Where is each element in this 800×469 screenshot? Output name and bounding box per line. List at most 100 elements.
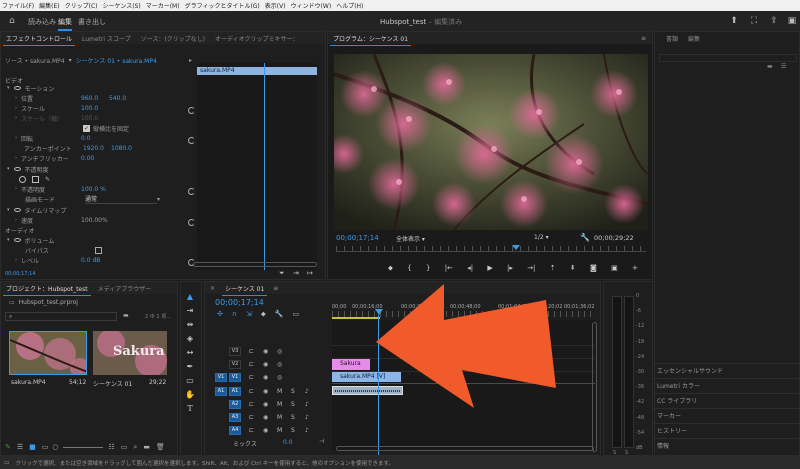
extract-icon[interactable]: ⇞ — [570, 264, 576, 272]
a2-solo-icon[interactable]: S — [291, 401, 295, 408]
tab-sequence[interactable]: シーケンス 01 — [220, 284, 269, 296]
sequence-menu-icon[interactable]: ≡ — [273, 285, 278, 292]
pencil-icon[interactable]: ✎ — [5, 443, 11, 451]
tab-edit[interactable]: 編集 — [58, 17, 72, 31]
menu-help[interactable]: ヘルプ(H) — [336, 1, 363, 10]
sort-icon[interactable]: ☷ — [109, 443, 115, 451]
captions-icon[interactable]: ▭ — [293, 310, 300, 319]
right-panel-search[interactable] — [659, 54, 797, 62]
clear-icon[interactable]: 🗑 — [156, 443, 165, 451]
panel-markers[interactable]: マーカー — [653, 408, 800, 423]
list-view-icon[interactable]: ☰ — [781, 63, 786, 70]
new-item-icon[interactable]: ▬ — [143, 443, 150, 451]
tab-media-browser[interactable]: メディアブラウザー — [93, 284, 157, 293]
go-to-in-icon[interactable]: |← — [445, 264, 453, 272]
find-icon[interactable]: ⌕ — [133, 443, 137, 452]
track-select-icon[interactable]: ⇥ — [184, 305, 196, 317]
volume-fx-icon[interactable] — [13, 238, 21, 242]
title-clip[interactable]: Sakura — [332, 359, 370, 370]
lift-icon[interactable]: ⇡ — [550, 264, 556, 272]
position-x[interactable]: 960.0 — [81, 95, 109, 102]
menu-window[interactable]: ウィンドウ(W) — [291, 1, 332, 10]
timeline-horizontal-scroll[interactable] — [336, 446, 594, 451]
track-a4[interactable]: A4 — [229, 426, 241, 435]
thumb-sequence[interactable]: Sakura — [93, 331, 167, 375]
v2-toggle-output-icon[interactable]: ◉ — [263, 361, 268, 368]
effect-zoom-scroll[interactable] — [193, 262, 317, 267]
v1-eye-icon[interactable]: ◎ — [277, 374, 282, 381]
scale-value[interactable]: 100.0 — [81, 105, 98, 112]
ripple-edit-icon[interactable]: ⇹ — [184, 319, 196, 331]
export-frame-camera-icon[interactable]: ◙ — [590, 264, 597, 272]
tab-source[interactable]: ソース：(クリップなし) — [136, 34, 210, 43]
reset-speed-icon[interactable] — [188, 219, 195, 226]
a3-solo-icon[interactable]: S — [291, 414, 295, 421]
volume-row[interactable]: ▾ ボリューム — [7, 235, 54, 245]
source-label[interactable]: ソース • sakura.MP4 — [5, 56, 65, 65]
program-timecode[interactable]: 00;00;17;14 — [336, 234, 379, 242]
timeline-vertical-scroll[interactable] — [592, 322, 597, 452]
opacity-value[interactable]: 100.0 % — [81, 186, 106, 193]
linked-selection-icon[interactable]: ⇲ — [246, 310, 252, 319]
a4-mute-icon[interactable]: M — [277, 427, 282, 434]
rectangle-mask-icon[interactable] — [32, 175, 39, 183]
rectangle-tool-icon[interactable]: ▭ — [184, 375, 196, 387]
folder-icon[interactable]: ▬ — [767, 63, 773, 70]
a4-sync-icon[interactable]: ◉ — [263, 427, 268, 434]
menu-marker[interactable]: マーカー(M) — [146, 1, 180, 10]
button-editor-icon[interactable]: + — [632, 264, 638, 272]
v2-lock-icon[interactable]: ⊏ — [249, 361, 254, 368]
tab-export[interactable]: 書き出し — [78, 17, 106, 27]
pen-tool-icon[interactable]: ✒ — [184, 361, 196, 373]
go-to-out-icon[interactable]: →| — [527, 264, 535, 272]
wrench-icon[interactable]: 🔧 — [580, 233, 590, 242]
a2-mute-icon[interactable]: M — [277, 401, 282, 408]
bypass-checkbox[interactable] — [95, 246, 102, 254]
icon-view-icon[interactable]: ■ — [29, 443, 36, 451]
a1-lock-icon[interactable]: ⊏ — [249, 388, 254, 395]
tab-audio-clip-mixer[interactable]: オーディオクリップミキサー： — [210, 34, 303, 43]
v1-toggle-output-icon[interactable]: ◉ — [263, 374, 268, 381]
flicker-value[interactable]: 0.00 — [81, 155, 94, 162]
a3-lock-icon[interactable]: ⊏ — [249, 414, 254, 421]
razor-icon[interactable]: ◈ — [184, 333, 196, 345]
tab-program[interactable]: プログラム：シーケンス 01 — [328, 34, 413, 46]
program-menu-icon[interactable]: ≡ — [641, 35, 646, 42]
snap-icon[interactable]: ∩ — [232, 310, 237, 319]
thumb-sakura[interactable] — [9, 331, 87, 375]
anchor-x[interactable]: 1920.0 — [83, 145, 111, 152]
a2-sync-icon[interactable]: ◉ — [263, 401, 268, 408]
menu-file[interactable]: ファイル(F) — [2, 1, 34, 10]
mix-value[interactable]: 0.0 — [283, 439, 293, 446]
filter-icon[interactable]: ⏷ — [279, 269, 285, 278]
panel-cc-libraries[interactable]: CC ライブラリ — [653, 393, 800, 408]
timeline-settings-icon[interactable]: 🔧 — [275, 310, 284, 319]
nest-icon[interactable]: ✣ — [217, 310, 223, 319]
step-forward-icon[interactable]: |▸ — [507, 264, 513, 272]
add-marker-timeline-icon[interactable]: ⬥ — [261, 310, 266, 319]
home-icon[interactable]: ⌂ — [6, 15, 18, 27]
v3-lock-icon[interactable]: ⊏ — [249, 348, 254, 355]
anchor-y[interactable]: 1080.0 — [111, 145, 132, 152]
upload-icon[interactable]: ⬆ — [728, 15, 740, 27]
mix-end-icon[interactable]: ⊣ — [319, 438, 324, 445]
hand-tool-icon[interactable]: ✋ — [184, 389, 196, 401]
a1-mute-icon[interactable]: M — [277, 388, 282, 395]
v1-lock-icon[interactable]: ⊏ — [249, 374, 254, 381]
comparison-view-icon[interactable]: ▣ — [611, 264, 618, 272]
list-icon[interactable]: ☰ — [17, 443, 23, 451]
opacity-section-row[interactable]: ▾ 不透明度 — [7, 164, 49, 174]
a3-mute-icon[interactable]: M — [277, 414, 282, 421]
blend-dropdown[interactable]: 通常 — [85, 194, 157, 204]
program-scrub-bar[interactable] — [336, 246, 646, 252]
add-marker-icon[interactable]: ⬥ — [388, 264, 393, 273]
v3-eye-icon[interactable]: ◎ — [277, 348, 282, 355]
tab-import[interactable]: 読み込み — [28, 17, 56, 27]
timeline-timecode[interactable]: 00;00;17;14 — [215, 298, 264, 307]
a1-sync-icon[interactable]: ◉ — [263, 388, 268, 395]
a1-voiceover-icon[interactable]: ♪ — [305, 388, 309, 395]
menu-sequence[interactable]: シーケンス(S) — [103, 1, 141, 10]
fullscreen-icon[interactable]: ⛶ — [748, 15, 760, 27]
menu-clip[interactable]: クリップ(C) — [65, 1, 98, 10]
menu-graphics[interactable]: グラフィックとタイトル(G) — [185, 1, 260, 10]
